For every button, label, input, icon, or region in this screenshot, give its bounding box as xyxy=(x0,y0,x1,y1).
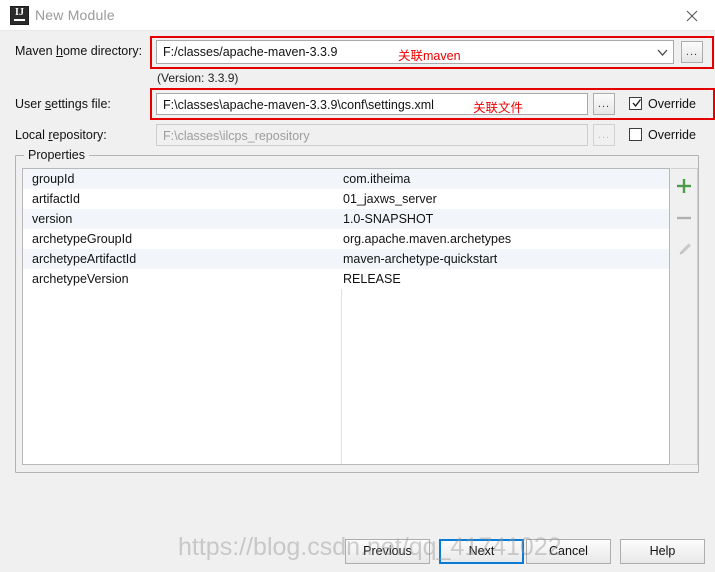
property-key: archetypeArtifactId xyxy=(32,252,137,266)
user-settings-override-checkbox[interactable] xyxy=(629,97,642,110)
local-repository-label: Local repository: xyxy=(15,128,107,142)
local-repository-override-label: Override xyxy=(648,128,696,142)
user-settings-file-value: F:\classes\apache-maven-3.3.9\conf\setti… xyxy=(163,98,434,112)
property-key: groupId xyxy=(32,172,75,186)
property-value: RELEASE xyxy=(343,272,401,286)
property-value: com.itheima xyxy=(343,172,411,186)
maven-home-directory-label: Maven home directory: xyxy=(15,44,142,58)
label-part-pre: Local xyxy=(15,128,49,142)
property-value: 1.0-SNAPSHOT xyxy=(343,212,434,226)
maven-home-directory-value: F:/classes/apache-maven-3.3.9 xyxy=(163,45,338,59)
chevron-down-glyph xyxy=(657,49,667,56)
property-key: version xyxy=(32,212,73,226)
remove-icon xyxy=(677,216,691,220)
table-row[interactable]: version 1.0-SNAPSHOT xyxy=(23,209,669,229)
remove-property-button[interactable] xyxy=(671,205,697,231)
maven-home-browse-button[interactable]: ... xyxy=(681,41,703,63)
window-title: New Module xyxy=(35,7,115,23)
add-icon xyxy=(677,179,691,193)
add-property-button[interactable] xyxy=(671,173,697,199)
intellij-logo-underline xyxy=(14,19,25,21)
edit-pencil-icon xyxy=(679,243,691,255)
properties-toolbar xyxy=(671,168,698,465)
title-bar: IJ New Module xyxy=(0,0,715,31)
properties-group-legend: Properties xyxy=(24,148,89,162)
table-row[interactable]: archetypeArtifactId maven-archetype-quick… xyxy=(23,249,669,269)
user-settings-browse-button[interactable]: ... xyxy=(593,93,615,115)
property-value: 01_jaxws_server xyxy=(343,192,437,206)
table-row[interactable]: archetypeVersion RELEASE xyxy=(23,269,669,289)
label-part-post: ome directory: xyxy=(62,44,143,58)
local-repository-value: F:\classes\ilcps_repository xyxy=(163,129,310,143)
local-repository-override-checkbox[interactable] xyxy=(629,128,642,141)
cancel-button[interactable]: Cancel xyxy=(526,539,611,564)
label-part-post: epository: xyxy=(52,128,107,142)
property-value: org.apache.maven.archetypes xyxy=(343,232,512,246)
maven-version-note: (Version: 3.3.9) xyxy=(157,71,239,85)
property-value: maven-archetype-quickstart xyxy=(343,252,498,266)
next-button[interactable]: Next xyxy=(439,539,524,564)
table-row[interactable]: artifactId 01_jaxws_server xyxy=(23,189,669,209)
user-settings-annotation: 关联文件 xyxy=(473,101,524,115)
local-repository-browse-button: ... xyxy=(593,124,615,146)
intellij-logo-text: IJ xyxy=(15,7,24,18)
chevron-down-icon[interactable] xyxy=(652,40,672,64)
table-row[interactable]: groupId com.itheima xyxy=(23,169,669,189)
label-part-post: ettings file: xyxy=(51,97,111,111)
label-mnemonic: h xyxy=(56,44,63,58)
user-settings-file-input[interactable]: F:\classes\apache-maven-3.3.9\conf\setti… xyxy=(156,93,588,115)
help-button[interactable]: Help xyxy=(620,539,705,564)
property-key: artifactId xyxy=(32,192,80,206)
checkmark-icon xyxy=(632,99,642,108)
label-part-pre: Maven xyxy=(15,44,56,58)
maven-home-annotation: 关联maven xyxy=(398,49,461,63)
local-repository-input: F:\classes\ilcps_repository xyxy=(156,124,588,146)
close-button[interactable] xyxy=(669,0,715,29)
previous-button[interactable]: Previous xyxy=(345,539,430,564)
property-key: archetypeGroupId xyxy=(32,232,133,246)
properties-table[interactable]: groupId com.itheima artifactId 01_jaxws_ser… xyxy=(22,168,670,465)
intellij-logo-icon: IJ xyxy=(10,6,29,25)
user-settings-file-label: User settings file: xyxy=(15,97,111,111)
table-row[interactable]: archetypeGroupId org.apache.maven.archety… xyxy=(23,229,669,249)
edit-property-button[interactable] xyxy=(671,237,697,263)
property-key: archetypeVersion xyxy=(32,272,129,286)
label-part-pre: User xyxy=(15,97,45,111)
close-icon xyxy=(686,10,698,22)
user-settings-override-label: Override xyxy=(648,97,696,111)
